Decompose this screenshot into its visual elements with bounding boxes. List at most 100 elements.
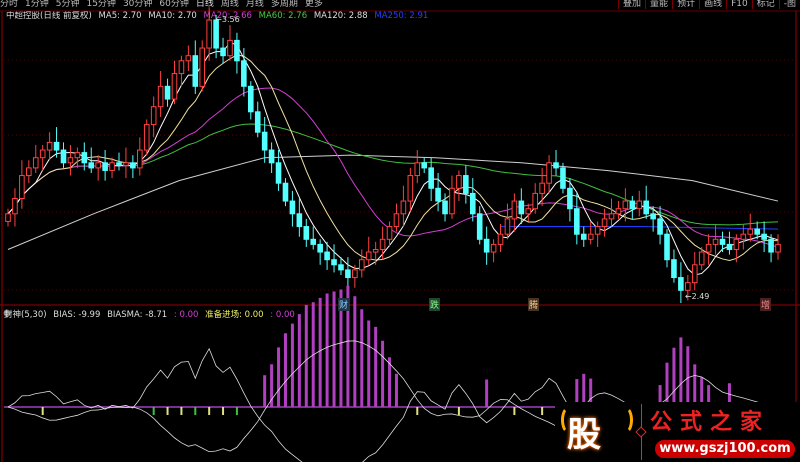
candle-body [539,182,545,194]
candle-body [324,251,330,261]
candle-body [60,149,67,164]
candle-body [463,175,469,194]
candle-body [608,213,615,220]
horn-right-icon [617,406,633,434]
candle-body [171,73,178,100]
candle-body [685,282,691,291]
candle-body [109,162,115,171]
candle-body [386,226,393,240]
candle-body [241,60,247,87]
candle-body [185,55,192,62]
price-chart[interactable]: ←3.56 ←2.49 [0,0,800,462]
candle-body [622,200,629,210]
biasma-value: BIASMA: -8.71 [107,310,168,320]
candle-body [345,269,351,279]
candle-body [740,233,747,240]
candle-body [567,187,573,210]
candle-body [761,233,767,240]
candle-body [379,238,386,251]
candle-body [456,175,462,189]
logo-char: 股 [567,415,601,455]
candle-body [615,208,622,215]
candle-body [303,226,310,240]
candle-body [400,200,407,215]
candle-body [553,162,559,169]
candle-body [657,218,663,235]
high-label: ←3.56 [215,15,240,24]
candle-body [768,238,774,253]
candle-body [116,162,122,166]
logo-url: www.gszj100.com [655,440,795,458]
candle-body [365,251,372,261]
value-1: : 0.00 [173,310,199,320]
candle-body [449,187,455,215]
candle-body [511,200,518,220]
candle-body [532,192,539,210]
candle-body [26,167,32,177]
candle-body [476,213,483,240]
diamond-icon [635,426,647,438]
candle-body [733,238,740,251]
candle-body [560,167,566,189]
candle-body [421,162,428,169]
candle-body [442,200,448,215]
candle-body [123,162,129,166]
candle-body [587,233,594,240]
candle-body [137,149,143,169]
candle-body [331,259,337,266]
low-label: ←2.49 [685,292,710,301]
candle-body [19,175,25,200]
candle-body [719,238,726,245]
candle-body [775,243,781,253]
candle-body [594,226,601,235]
candle-body [518,200,525,215]
candle-body [143,124,150,151]
candle-body [157,85,164,108]
candle-body [247,85,254,113]
marker-teng: 腾 [528,298,540,311]
candle-body [88,162,95,169]
candle-body [282,182,289,202]
candle-body [671,259,677,279]
candle-body [636,200,643,210]
candle-body [393,213,400,228]
candle-body [629,200,636,210]
indicator-header: 封神(5,30) BIAS: -9.99 BIASMA: -8.71 : 0.0… [4,308,299,320]
candle-body [95,162,101,169]
candle-body [504,218,511,235]
candle-body [32,157,39,169]
entry-value: 准备进场: 0.00 [205,310,264,320]
candle-body [497,233,504,245]
candle-body [678,277,684,291]
candle-body [643,200,649,215]
candle-body [435,187,441,202]
candle-body [650,213,656,220]
candle-body [358,259,365,271]
candle-body [234,39,240,62]
candle-body [206,19,212,49]
candle-body [698,251,705,266]
ma120-line [7,154,779,250]
candle-body [726,243,733,250]
candle-body [747,228,754,235]
candle-body [483,238,490,253]
candle-body [705,243,712,253]
marker-cai: 财 [338,298,350,311]
logo-title: 公式之家 [650,409,771,435]
candle-body [712,238,719,245]
candle-body [199,47,206,87]
candle-body [254,111,261,133]
candle-body [664,233,670,261]
candle-body [150,106,157,126]
candle-body [469,192,476,215]
candle-body [574,208,580,235]
candle-body [261,131,268,151]
candle-body [352,269,358,279]
candle-body [102,162,108,171]
candle-body [754,228,760,235]
candle-body [53,141,60,151]
candle-body [275,162,282,184]
candle-body [130,162,136,169]
candle-body [338,264,344,271]
marker-zeng: 增 [760,298,772,311]
